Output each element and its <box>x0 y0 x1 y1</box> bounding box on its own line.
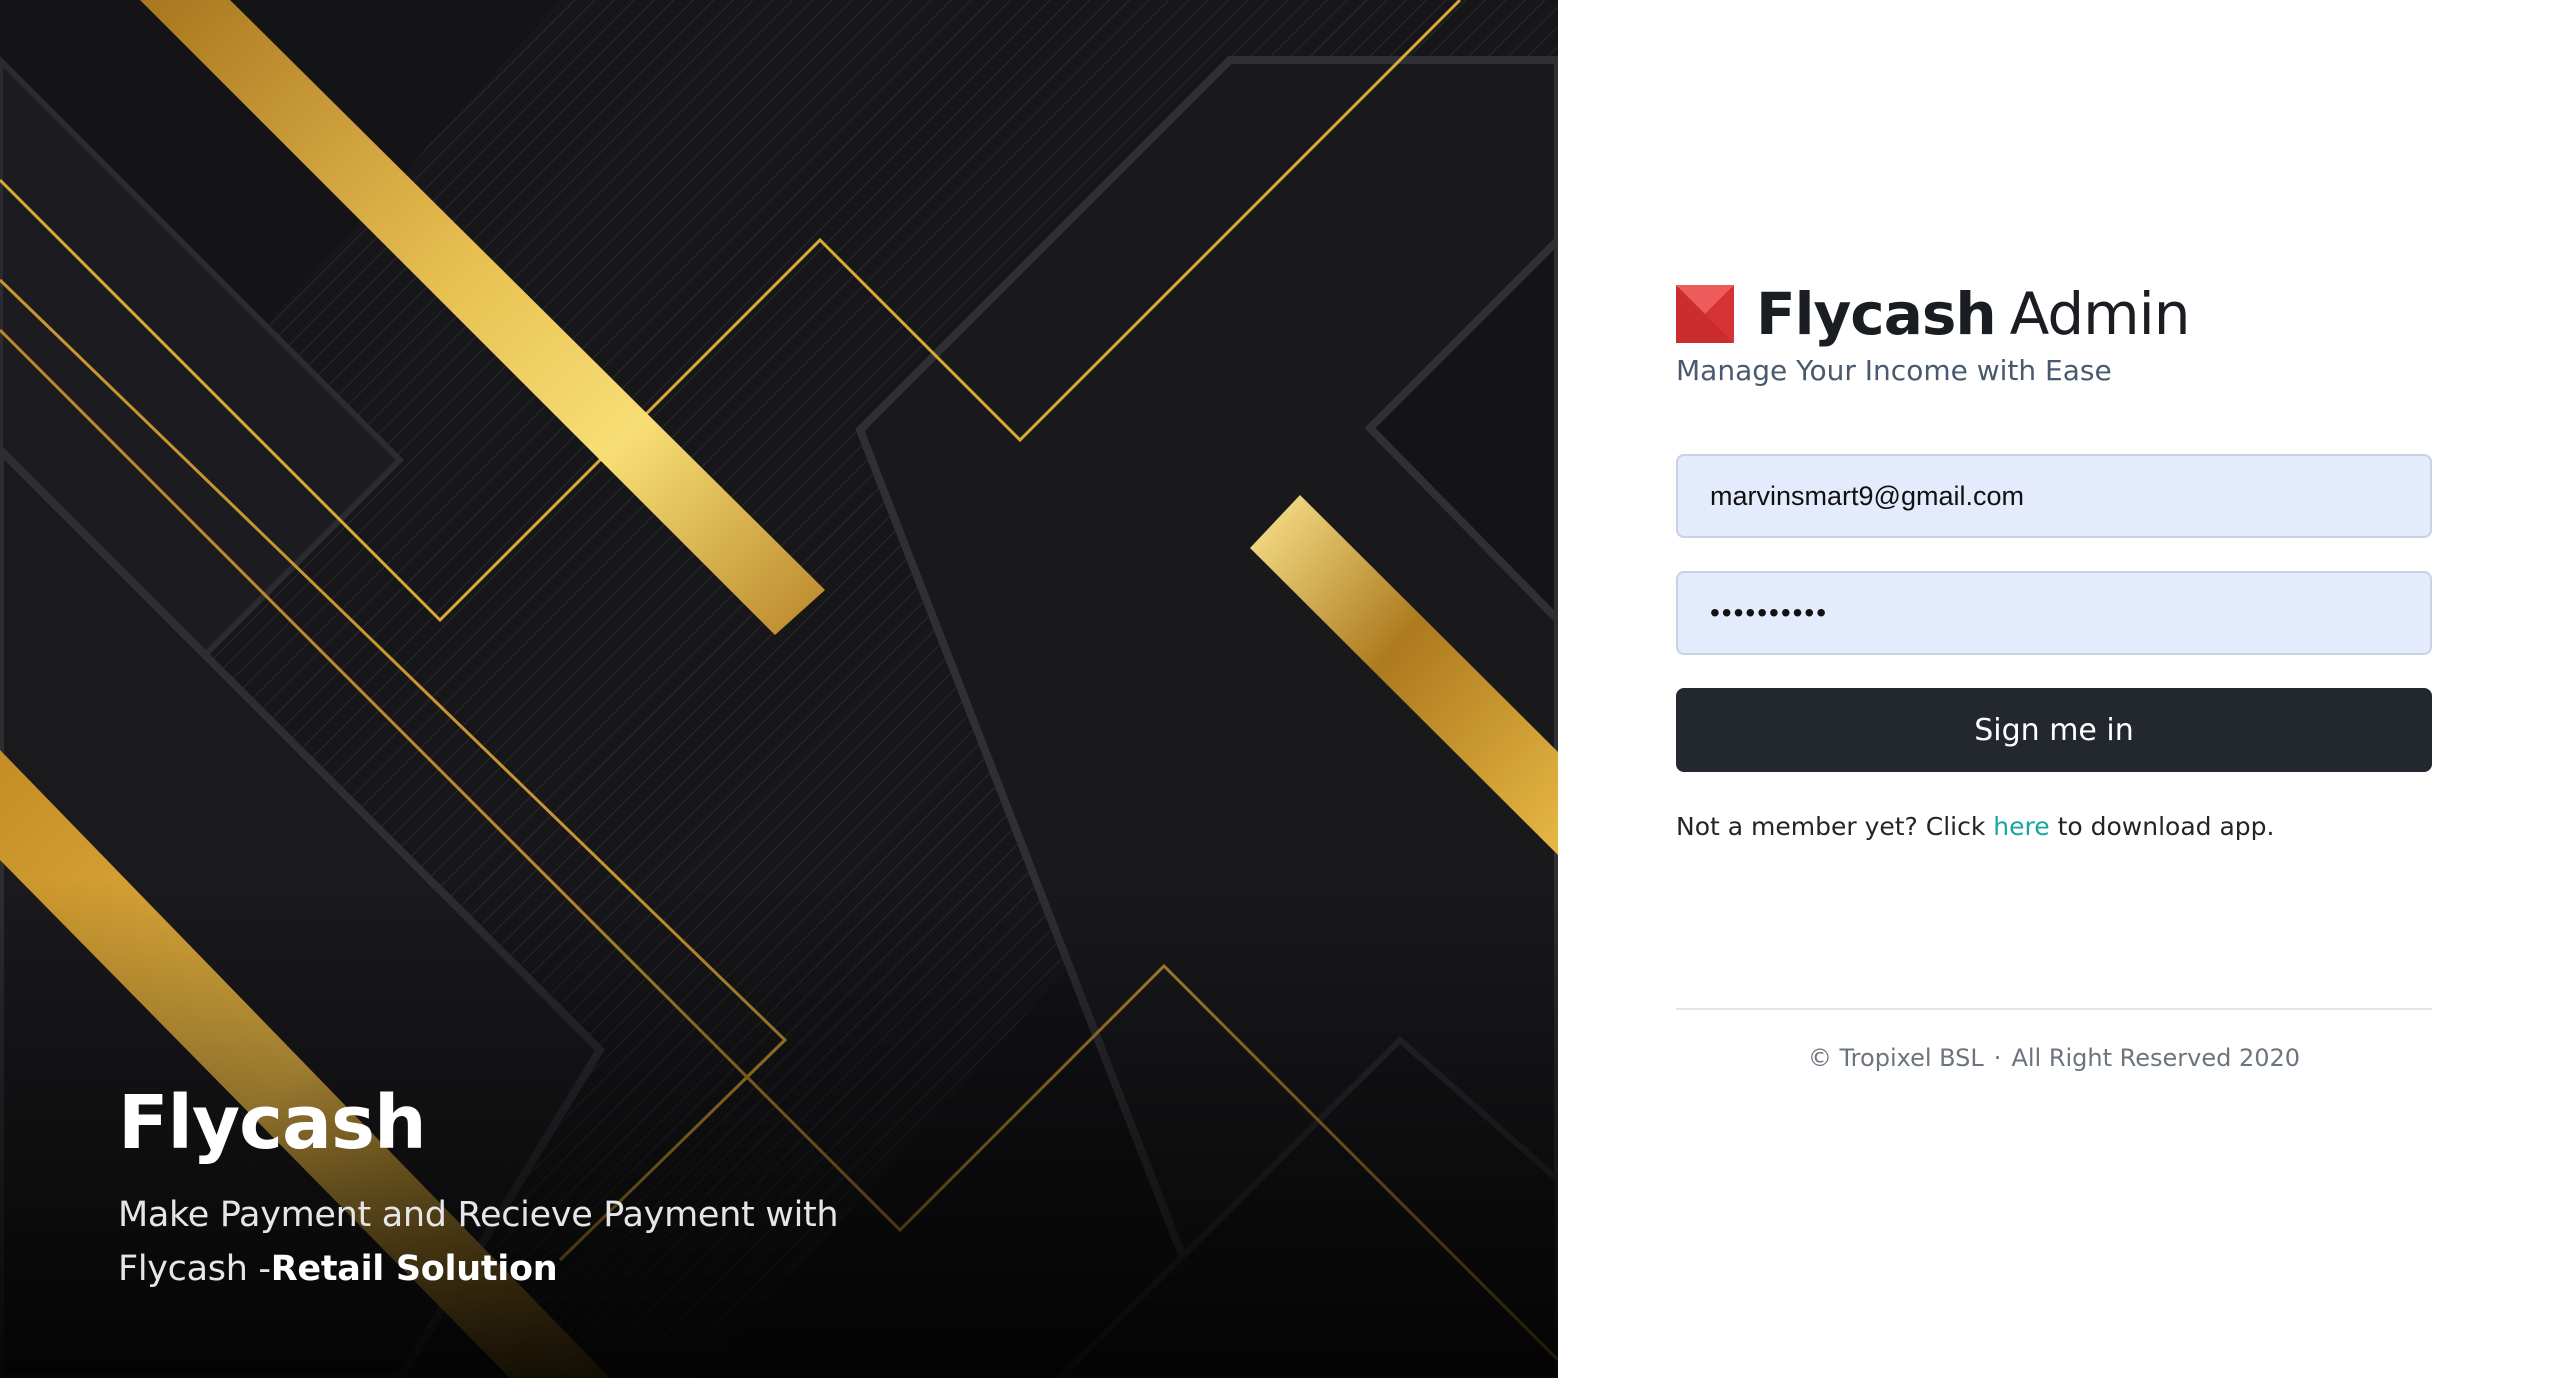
sign-in-button[interactable]: Sign me in <box>1676 688 2432 772</box>
brand-header: Flycash Admin <box>1676 274 2191 354</box>
footer-divider <box>1676 1008 2432 1010</box>
hero-text-block: Flycash Make Payment and Recieve Payment… <box>118 1078 878 1296</box>
signup-suffix: to download app. <box>2049 812 2275 841</box>
brand-name-light: Admin <box>2009 280 2191 348</box>
password-field[interactable] <box>1676 571 2432 655</box>
hero-subtitle: Make Payment and Recieve Payment with Fl… <box>118 1188 878 1296</box>
login-panel: Flycash Admin Manage Your Income with Eas… <box>1558 0 2558 1378</box>
red-diamond-logo-icon <box>1676 285 1734 343</box>
brand-tagline: Manage Your Income with Ease <box>1676 354 2112 387</box>
signup-prompt: Not a member yet? Click here to download… <box>1676 812 2274 841</box>
download-app-link[interactable]: here <box>1993 812 2049 841</box>
hero-title: Flycash <box>118 1080 427 1166</box>
footer-copyright: © Tropixel BSL <box>1807 1044 1984 1072</box>
login-page: Flycash Make Payment and Recieve Payment… <box>0 0 2558 1378</box>
footer-rights: All Right Reserved 2020 <box>2011 1044 2301 1072</box>
footer-separator: · <box>1993 1044 2002 1072</box>
brand-name-bold: Flycash <box>1756 280 1997 348</box>
brand-name: Flycash Admin <box>1756 280 2191 348</box>
footer: © Tropixel BSL · All Right Reserved 2020 <box>1676 1044 2432 1072</box>
email-field[interactable] <box>1676 454 2432 538</box>
hero-subtitle-highlight: Retail Solution <box>270 1249 558 1289</box>
signup-prefix: Not a member yet? Click <box>1676 812 1994 841</box>
hero-panel: Flycash Make Payment and Recieve Payment… <box>0 0 1558 1378</box>
